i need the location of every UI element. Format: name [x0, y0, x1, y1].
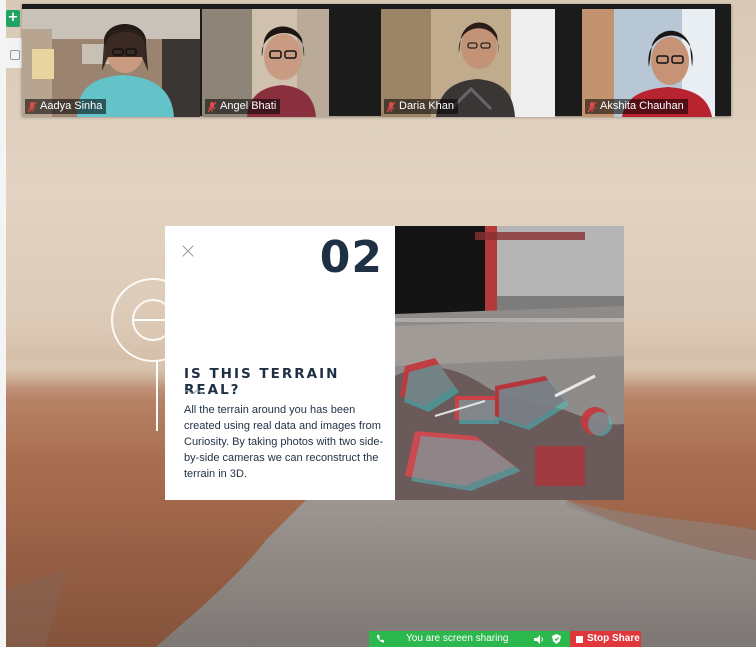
stop-share-label: Stop Share [587, 633, 640, 644]
participant-name: Angel Bhati [220, 100, 277, 112]
video-tile-akshita[interactable]: Akshita Chauhan [582, 9, 715, 117]
close-button[interactable]: × [178, 241, 198, 263]
participant-name-tag: Akshita Chauhan [585, 99, 688, 114]
participant-video-strip: Aadya Sinha Angel Bhati Daria Khan Akshi… [22, 4, 731, 117]
share-status-text: You are screen sharing [406, 633, 509, 644]
participant-name-tag: Daria Khan [384, 99, 459, 114]
card-title: IS THIS TERRAIN REAL? [184, 366, 340, 398]
shield-icon[interactable] [552, 634, 561, 644]
video-tile-daria[interactable]: Daria Khan [381, 9, 555, 117]
video-tile-angel[interactable]: Angel Bhati [202, 9, 329, 117]
speaker-icon[interactable] [534, 635, 544, 644]
screen-share-bar: You are screen sharing Stop Share [369, 631, 641, 647]
stop-share-button[interactable]: Stop Share [570, 631, 641, 647]
lock-icon [10, 50, 20, 60]
mic-muted-icon [386, 101, 396, 113]
mic-muted-icon [207, 101, 217, 113]
slide-number: 02 [319, 232, 383, 283]
sheets-plus-icon[interactable]: + [6, 10, 20, 27]
info-card: × 02 IS THIS TERRAIN REAL? All the terra… [165, 226, 624, 500]
mic-muted-icon [587, 101, 597, 113]
participant-name: Daria Khan [399, 100, 455, 112]
participant-name: Akshita Chauhan [600, 100, 684, 112]
phone-icon [376, 635, 384, 643]
info-card-text-panel: × 02 IS THIS TERRAIN REAL? All the terra… [165, 226, 395, 500]
participant-name-tag: Aadya Sinha [25, 99, 107, 114]
card-body-text: All the terrain around you has been crea… [184, 404, 384, 480]
participant-name-tag: Angel Bhati [205, 99, 281, 114]
stop-icon [576, 635, 583, 643]
curiosity-stereo-image [395, 226, 624, 500]
wave-divider-icon [184, 390, 204, 394]
participant-name: Aadya Sinha [40, 100, 103, 112]
video-tile-aadya[interactable]: Aadya Sinha [22, 9, 200, 117]
mic-muted-icon [27, 101, 37, 113]
share-status: You are screen sharing [369, 631, 570, 647]
